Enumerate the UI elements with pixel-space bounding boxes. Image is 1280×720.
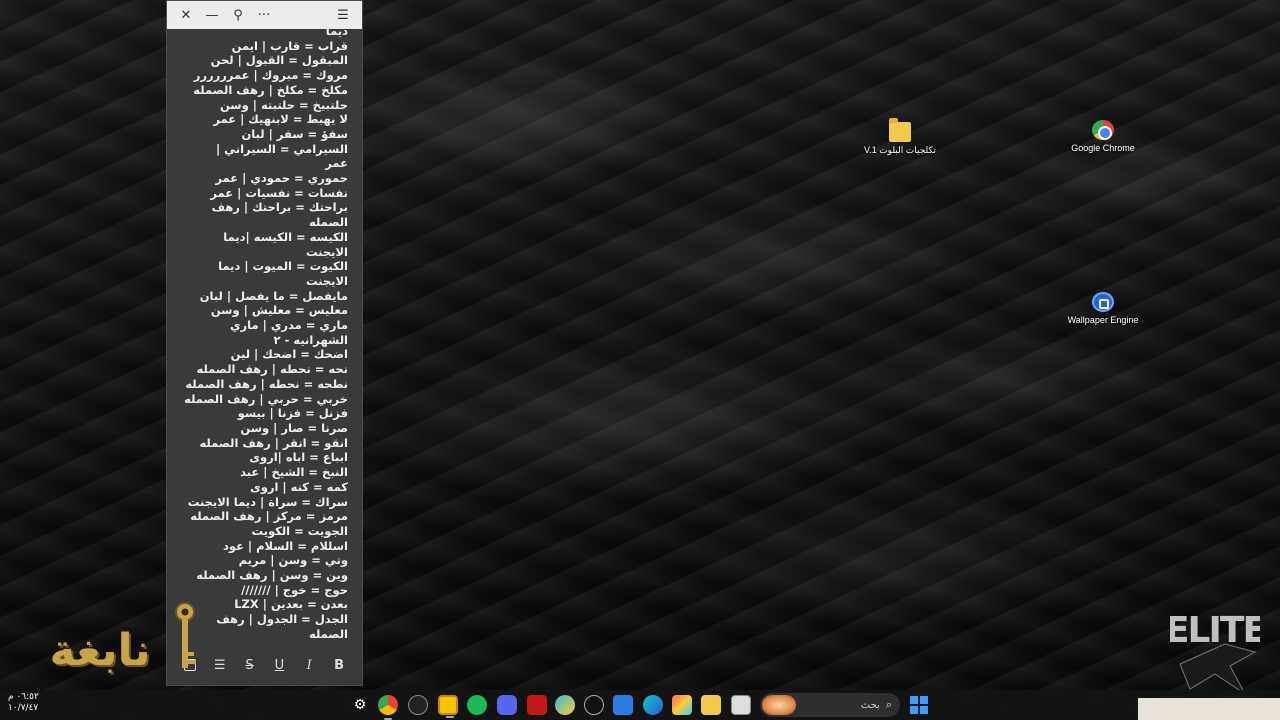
note-line: حموري = حمودي | عمر xyxy=(215,171,348,186)
note-line: معليس = معليش | وسن xyxy=(210,303,348,318)
note-line: الكيوت = الميوت | ديما xyxy=(218,259,348,274)
logo-text: نابغة xyxy=(49,625,151,676)
note-line: بعدن = بعدين | LZX xyxy=(234,597,348,612)
sticky-note-window: ✕ — ⚲ ··· ☰ ديما قراب = قارب | ايمن المبقو… xyxy=(166,0,363,686)
note-line: خربي = حربي | رهف الصمله xyxy=(184,391,348,406)
note-line: الجويت = الكويت xyxy=(251,523,348,538)
bullet-list-button[interactable]: ☰ xyxy=(208,658,232,673)
settings-icon[interactable]: ⚙ xyxy=(350,695,370,715)
taskbar: ⚙ ⌕ بحث xyxy=(0,690,1280,720)
taskbar-clock[interactable]: ٠٦:٥٢ م ١٠/٧/٤٧ xyxy=(8,692,39,714)
photos-icon[interactable] xyxy=(672,695,692,715)
sticky-notes-icon[interactable] xyxy=(438,695,458,718)
note-line: كمه = كنه | اروى xyxy=(250,479,348,494)
search-highlight-image xyxy=(762,695,796,715)
note-line: اضحك = اضحك | لين xyxy=(230,347,348,362)
file-explorer-icon[interactable] xyxy=(701,695,721,715)
strikethrough-button[interactable]: S xyxy=(238,658,262,673)
elite-logo-text: ELITE xyxy=(1170,610,1260,651)
note-line: الصمله xyxy=(309,215,348,230)
note-text-area[interactable]: ديما قراب = قارب | ايمن المبقول = القبول |… xyxy=(167,29,362,645)
underline-button[interactable]: U xyxy=(267,658,291,673)
note-line: الايجنت xyxy=(306,273,348,288)
note-line: حوج = خوج | /////// xyxy=(241,582,348,597)
note-line: نطحه = نحطه | رهف الصمله xyxy=(185,376,348,391)
note-line: ابباع = اباه |اروى xyxy=(249,450,348,465)
folder-icon xyxy=(889,118,911,142)
note-line: الايجنت xyxy=(306,244,348,259)
italic-button[interactable]: I xyxy=(297,658,321,673)
edge-icon[interactable] xyxy=(643,695,663,715)
desktop-icon-label: تكلجيات البلوت V.1 xyxy=(864,145,936,155)
system-tray-area[interactable] xyxy=(1138,698,1280,720)
chrome-taskbar-icon[interactable] xyxy=(378,695,398,720)
store-icon[interactable] xyxy=(613,695,633,715)
note-line: المبقول = القبول | لحن xyxy=(210,53,348,68)
note-line: وتي = وسن | مريم xyxy=(238,553,348,568)
menu-icon[interactable]: ☰ xyxy=(330,3,356,27)
note-line: انقو = انقر | رهف الصمله xyxy=(199,435,348,450)
nabigha-logo: نابغة xyxy=(12,602,196,680)
note-line: اسللام = السلام | عود xyxy=(222,538,348,553)
note-line: مايفصل = ما يفصل | لبان xyxy=(199,288,348,303)
pin-icon[interactable]: ⚲ xyxy=(225,3,251,27)
discord-icon[interactable] xyxy=(497,695,517,715)
desktop-icon-wallpaper-engine[interactable]: Wallpaper Engine xyxy=(1065,292,1141,325)
note-line: فزنل = فزنا | بيسو xyxy=(237,406,348,421)
close-icon[interactable]: ✕ xyxy=(173,3,199,27)
note-line: عمر xyxy=(325,156,348,171)
note-line: السيرامي = السيراني | xyxy=(215,141,348,156)
note-line: نحه = نحطه | رهف الصمله xyxy=(196,362,348,377)
wallpaper-engine-icon xyxy=(1092,292,1114,312)
note-line: ديما xyxy=(325,29,348,38)
mcafee-icon[interactable] xyxy=(527,695,547,715)
note-titlebar: ✕ — ⚲ ··· ☰ xyxy=(167,1,362,29)
note-line: نفسات = نفسيات | عمر xyxy=(210,185,348,200)
note-line: الصمله xyxy=(309,626,348,641)
note-line: النبخ = الشيخ | عبد xyxy=(240,465,348,480)
note-line: الشهرانيه - ٢ xyxy=(273,332,348,347)
chrome-icon xyxy=(1092,120,1114,140)
desktop-icon-label: Wallpaper Engine xyxy=(1067,315,1139,325)
note-line: مرمز = مركز | رهف الصمله xyxy=(190,509,348,524)
note-line: الكيسه = الكيسه |ديما xyxy=(223,229,348,244)
note-line: وين = وسن | رهف الصمله xyxy=(196,568,348,583)
note-line: سفؤ = سفر | لبان xyxy=(241,126,348,141)
note-line: صرنا = صار | وسن xyxy=(240,420,348,435)
hp-icon[interactable] xyxy=(584,695,604,715)
more-icon[interactable]: ··· xyxy=(251,3,277,27)
spotify-icon[interactable] xyxy=(467,695,487,715)
note-line: لا يهبط = لابنهيك | عمر xyxy=(213,112,348,127)
clock-date: ١٠/٧/٤٧ xyxy=(8,703,39,713)
search-placeholder: بحث xyxy=(860,699,880,711)
terminal-icon[interactable] xyxy=(731,695,751,715)
note-line: مكلخ = مكلخ | رهف الصمله xyxy=(193,82,348,97)
desktop-icon-label: Google Chrome xyxy=(1071,143,1135,153)
note-line: الجدل = الجدول | رهف xyxy=(216,612,348,627)
minimize-icon[interactable]: — xyxy=(199,3,225,27)
elite-logo: ELITE xyxy=(1170,610,1260,695)
desktop-icon-chrome[interactable]: Google Chrome xyxy=(1065,120,1141,153)
clock-time: ٠٦:٥٢ م xyxy=(8,692,39,702)
copilot-icon[interactable] xyxy=(555,695,575,715)
note-line: براحتك = براحتك | رهف xyxy=(211,200,348,215)
note-line: حلتبيخ = حلتبته | وسن xyxy=(219,97,348,112)
note-line: ماري = مدري | ماري xyxy=(230,318,348,333)
note-line: مروك = مبروك | عمرررررر xyxy=(193,68,348,83)
key-icon xyxy=(175,602,196,668)
note-line: قراب = قارب | ايمن xyxy=(231,38,348,53)
bold-button[interactable]: B xyxy=(327,658,351,673)
note-line: سراك = سراة | ديما الايجنت xyxy=(187,494,348,509)
desktop-icon-folder[interactable]: تكلجيات البلوت V.1 xyxy=(862,118,938,155)
search-icon: ⌕ xyxy=(885,698,892,711)
steam-icon[interactable] xyxy=(408,695,428,715)
start-button[interactable] xyxy=(910,696,928,714)
taskbar-search[interactable]: ⌕ بحث xyxy=(760,693,900,717)
